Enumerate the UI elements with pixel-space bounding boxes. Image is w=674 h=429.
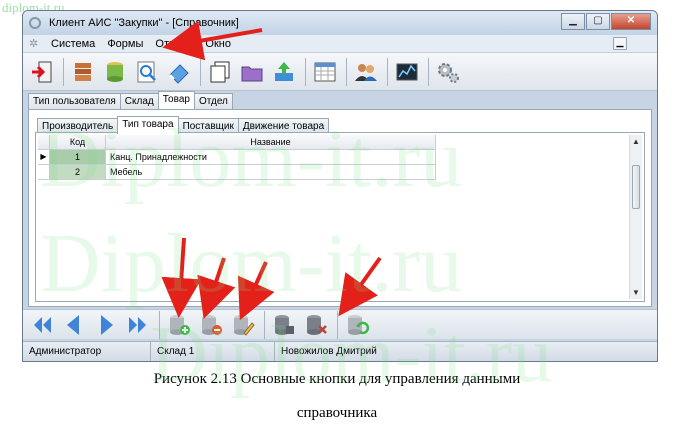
cell-code[interactable]: 1 [50, 150, 106, 165]
app-window: Клиент АИС "Закупки" - [Справочник] ▁ ▢ … [22, 10, 658, 362]
menu-forms[interactable]: Формы [101, 38, 149, 50]
window-controls: ▁ ▢ ✕ [561, 13, 651, 30]
grid-header-row: Код Название [38, 135, 626, 150]
table-row[interactable]: 2 Мебель [38, 165, 626, 180]
grid-header-indicator [38, 135, 50, 150]
toolbar-separator [305, 57, 306, 86]
toolbar-separator [159, 310, 160, 339]
refresh-icon[interactable] [342, 312, 372, 338]
data-grid: Код Название ▶ 1 Канц. Принадлежности 2 … [38, 135, 626, 299]
menu-reports[interactable]: Отчеты [149, 38, 199, 50]
outer-tab-strip: Тип пользователя Склад Товар Отдел [28, 91, 233, 109]
add-record-icon[interactable] [164, 312, 194, 338]
figure-caption: Рисунок 2.13 Основные кнопки для управле… [153, 371, 521, 387]
tab-manufacturer[interactable]: Производитель [37, 118, 119, 133]
database-icon[interactable] [100, 57, 130, 87]
toolbar-separator [346, 57, 347, 86]
toolbar-separator [387, 57, 388, 86]
title-bar[interactable]: Клиент АИС "Закупки" - [Справочник] ▁ ▢ … [23, 11, 657, 35]
users-icon[interactable] [351, 57, 381, 87]
inner-tab-strip: Производитель Тип товара Поставщик Движе… [37, 116, 330, 134]
save-icon[interactable] [269, 312, 299, 338]
scroll-down-icon[interactable]: ▼ [630, 286, 642, 299]
status-person: Новожилов Дмитрий [281, 346, 377, 357]
navigation-toolbar [23, 309, 657, 339]
cell-name[interactable]: Канц. Принадлежности [106, 150, 436, 165]
folder-open-icon[interactable] [237, 57, 267, 87]
inner-tab-panel: Код Название ▶ 1 Канц. Принадлежности 2 … [35, 132, 645, 302]
chart-icon[interactable] [392, 57, 422, 87]
eraser-icon[interactable] [164, 57, 194, 87]
toolbar-separator [264, 310, 265, 339]
app-icon [29, 17, 41, 29]
cancel-icon[interactable] [301, 312, 331, 338]
copy-icon[interactable] [205, 57, 235, 87]
search-icon[interactable] [132, 57, 162, 87]
upload-icon[interactable] [269, 57, 299, 87]
status-warehouse: Склад 1 [151, 342, 275, 361]
figure-caption-continued: справочника [296, 405, 378, 421]
tab-product-movement[interactable]: Движение товара [237, 118, 330, 133]
gears-icon[interactable] [433, 57, 463, 87]
books-icon[interactable] [68, 57, 98, 87]
tab-product[interactable]: Товар [157, 91, 195, 109]
toolbar-separator [63, 57, 64, 86]
window-title: Клиент АИС "Закупки" - [Справочник] [49, 17, 239, 29]
exit-icon[interactable] [27, 57, 57, 87]
scroll-thumb[interactable] [632, 165, 640, 209]
column-header-code[interactable]: Код [50, 135, 106, 150]
tab-supplier[interactable]: Поставщик [177, 118, 239, 133]
minimize-button[interactable]: ▁ [561, 13, 585, 30]
outer-tab-panel: Производитель Тип товара Поставщик Движе… [28, 109, 652, 307]
menu-window[interactable]: Окно [199, 38, 237, 50]
menu-system[interactable]: Система [45, 38, 101, 50]
mdi-minimize-button[interactable]: ▁ [613, 37, 627, 50]
calendar-grid-icon[interactable] [310, 57, 340, 87]
toolbar-separator [200, 57, 201, 86]
next-icon[interactable] [91, 312, 121, 338]
menu-bar: ✲ Система Формы Отчеты Окно ▁ [23, 35, 657, 53]
status-bar: Администратор Склад 1 Новожилов Дмитрий [23, 341, 657, 361]
tab-department[interactable]: Отдел [193, 93, 233, 109]
vertical-scrollbar[interactable]: ▲ ▼ [629, 135, 642, 299]
tab-product-type[interactable]: Тип товара [117, 116, 179, 134]
row-indicator-empty [38, 165, 50, 180]
maximize-button[interactable]: ▢ [586, 13, 610, 30]
close-button[interactable]: ✕ [611, 13, 651, 30]
cell-code[interactable]: 2 [50, 165, 106, 180]
toolbar-separator [337, 310, 338, 339]
toolbar-separator [428, 57, 429, 86]
last-icon[interactable] [123, 312, 153, 338]
tab-warehouse[interactable]: Склад [119, 93, 159, 109]
table-row[interactable]: ▶ 1 Канц. Принадлежности [38, 150, 626, 165]
row-indicator-icon: ▶ [38, 150, 50, 165]
main-toolbar [23, 53, 657, 91]
prev-icon[interactable] [59, 312, 89, 338]
scroll-up-icon[interactable]: ▲ [630, 135, 642, 148]
tab-user-type[interactable]: Тип пользователя [28, 93, 121, 109]
column-header-name[interactable]: Название [106, 135, 436, 150]
cell-name[interactable]: Мебель [106, 165, 436, 180]
status-user: Администратор [23, 342, 151, 361]
mdi-gear-icon[interactable]: ✲ [29, 37, 45, 50]
first-icon[interactable] [27, 312, 57, 338]
edit-record-icon[interactable] [228, 312, 258, 338]
delete-record-icon[interactable] [196, 312, 226, 338]
